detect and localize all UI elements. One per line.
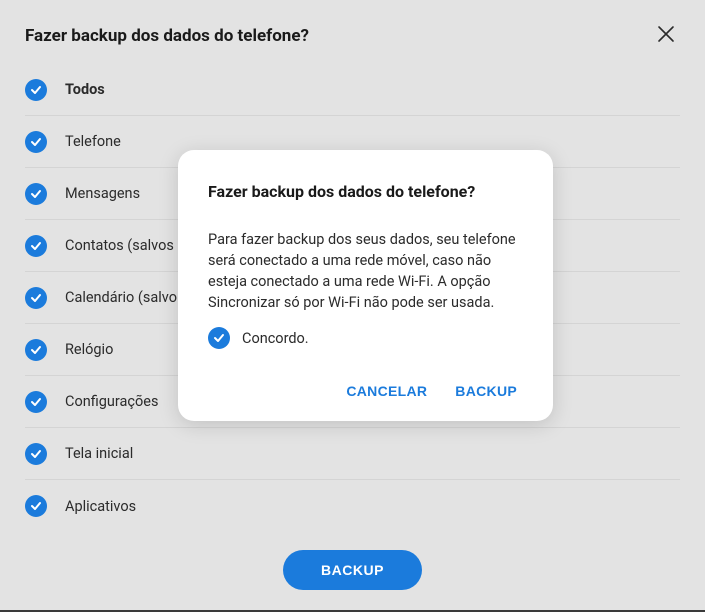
list-item-label: Telefone xyxy=(65,133,121,150)
dialog-actions: CANCELAR BACKUP xyxy=(208,383,523,399)
check-icon xyxy=(25,235,47,257)
check-icon xyxy=(25,131,47,153)
list-item-label: Calendário (salvo n xyxy=(65,289,189,306)
dialog-title: Fazer backup dos dados do telefone? xyxy=(208,182,523,201)
check-icon xyxy=(25,391,47,413)
confirm-backup-button[interactable]: BACKUP xyxy=(455,383,517,399)
close-icon xyxy=(656,24,676,44)
confirm-dialog: Fazer backup dos dados do telefone? Para… xyxy=(178,150,553,421)
backup-button[interactable]: BACKUP xyxy=(283,550,422,590)
check-icon xyxy=(25,183,47,205)
footer: BACKUP xyxy=(0,532,705,602)
check-icon xyxy=(25,339,47,361)
check-icon xyxy=(208,327,230,349)
list-item-label: Aplicativos xyxy=(65,498,136,515)
list-item-label: Contatos (salvos no xyxy=(65,237,194,254)
page-title: Fazer backup dos dados do telefone? xyxy=(25,26,309,46)
agree-label: Concordo. xyxy=(242,330,309,347)
check-icon xyxy=(25,287,47,309)
list-item-all[interactable]: Todos xyxy=(25,64,680,116)
check-icon xyxy=(25,79,47,101)
check-icon xyxy=(25,495,47,517)
list-item-label: Tela inicial xyxy=(65,445,133,462)
dialog-body: Para fazer backup dos seus dados, seu te… xyxy=(208,229,523,313)
cancel-button[interactable]: CANCELAR xyxy=(346,383,427,399)
list-item-label: Mensagens xyxy=(65,185,140,202)
check-icon xyxy=(25,443,47,465)
list-item-label: Configurações xyxy=(65,393,158,410)
agree-checkbox[interactable]: Concordo. xyxy=(208,327,523,349)
list-item-home[interactable]: Tela inicial xyxy=(25,428,680,480)
close-button[interactable] xyxy=(652,20,680,52)
list-item-label: Todos xyxy=(65,81,105,98)
header: Fazer backup dos dados do telefone? xyxy=(0,0,705,64)
list-item-label: Relógio xyxy=(65,341,113,358)
list-item-apps[interactable]: Aplicativos xyxy=(25,480,680,532)
